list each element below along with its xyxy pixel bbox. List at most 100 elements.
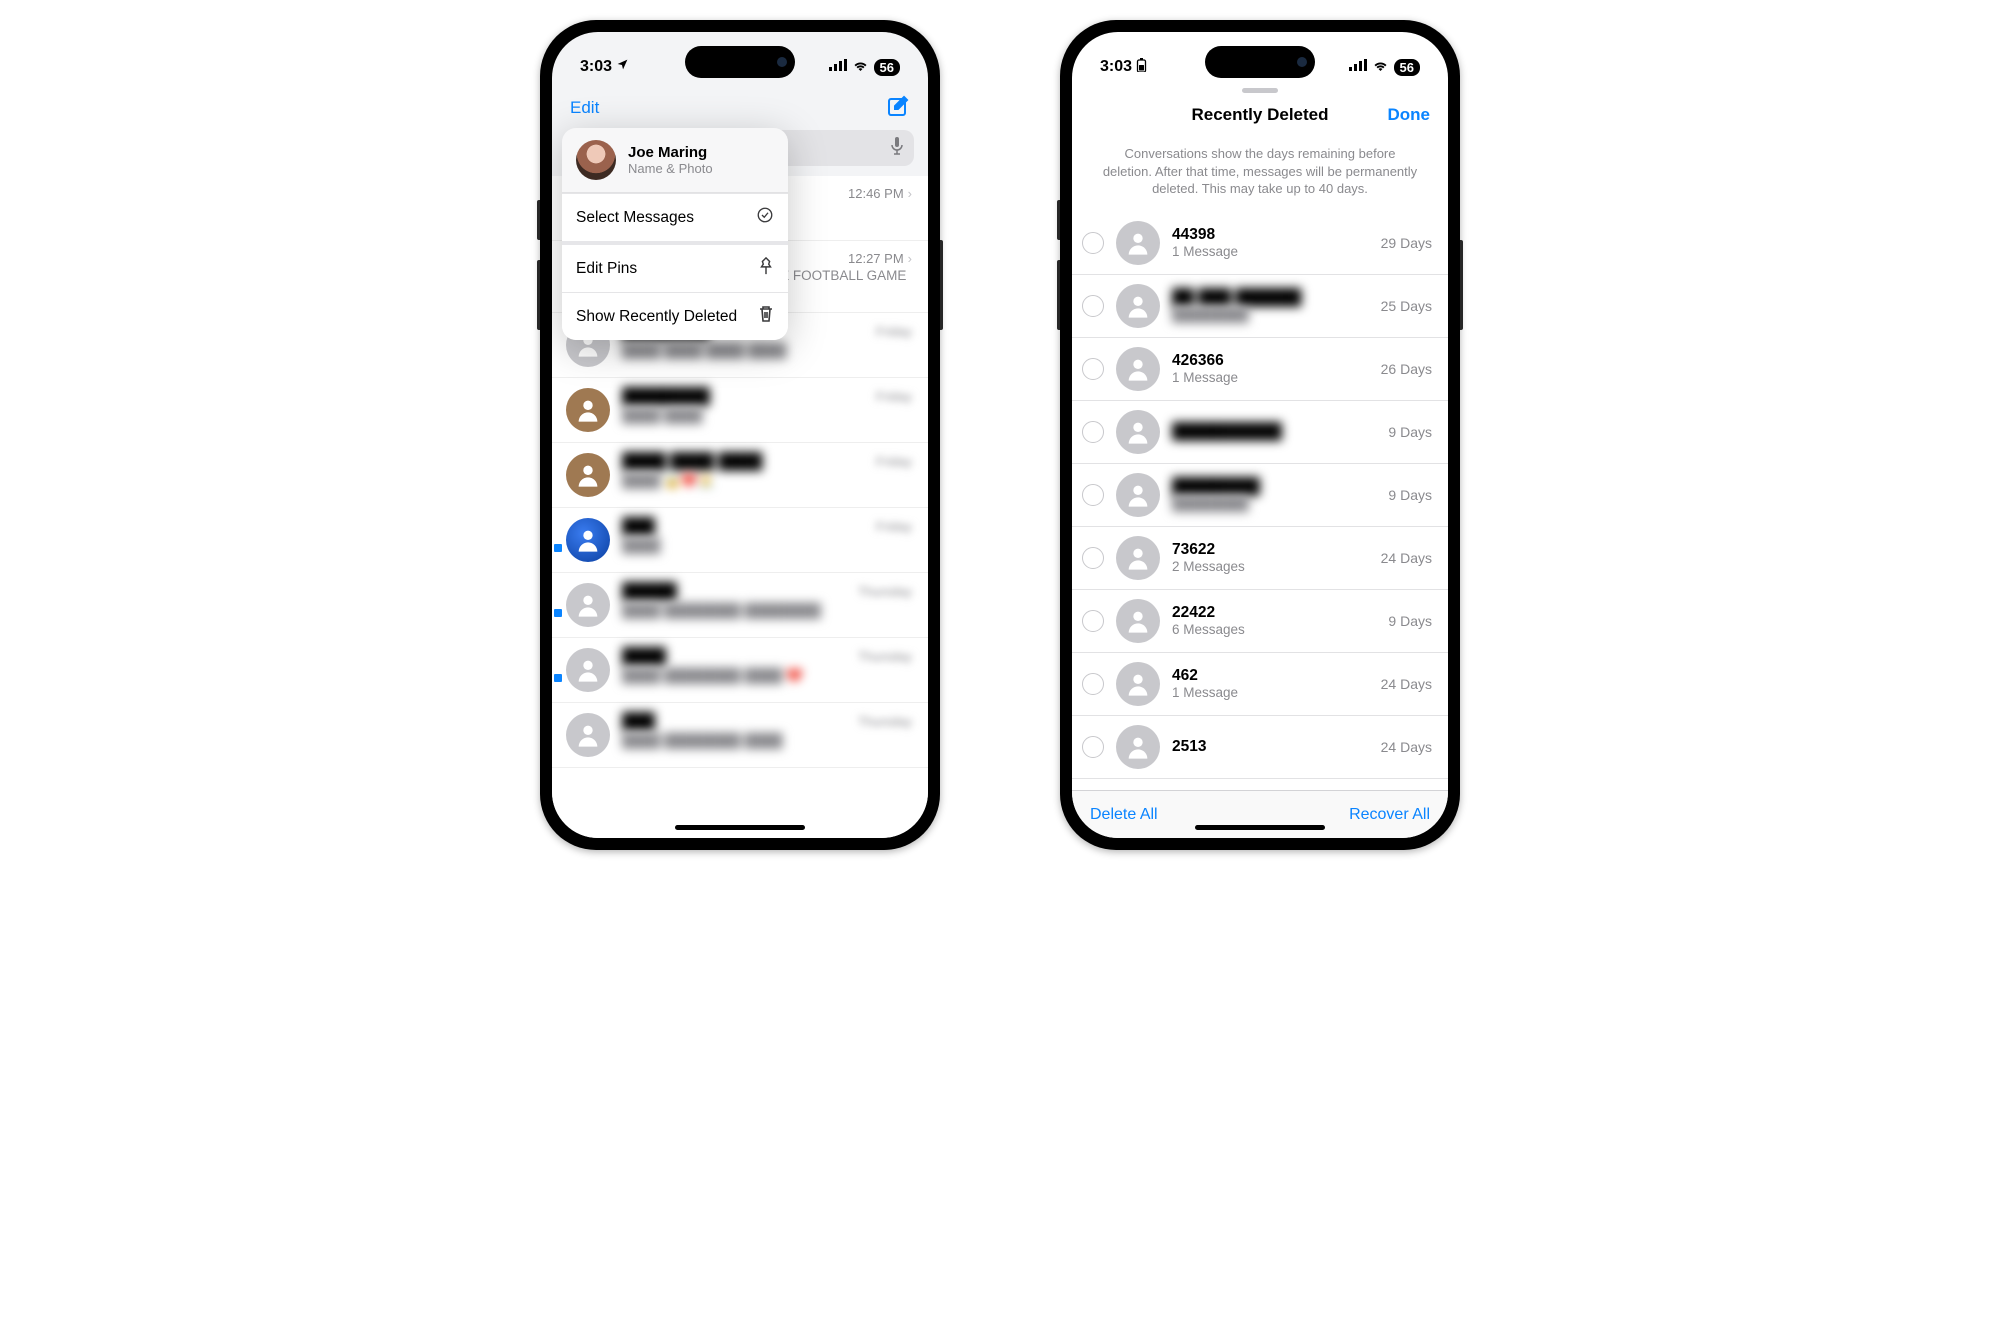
conversation-time: Friday: [876, 389, 912, 404]
recover-all-button[interactable]: Recover All: [1349, 806, 1430, 824]
days-remaining: 24 Days: [1381, 676, 1432, 692]
deleted-row[interactable]: 73622 2 Messages 24 Days: [1072, 527, 1448, 590]
avatar: [566, 713, 610, 757]
wifi-icon: [1372, 58, 1389, 76]
select-circle[interactable]: [1082, 484, 1104, 506]
menu-edit-pins[interactable]: Edit Pins: [562, 241, 788, 292]
deleted-title: 44398: [1172, 226, 1369, 244]
phone-left: 3:03 56 Edit: [540, 20, 940, 850]
deleted-title: ████████: [1172, 478, 1376, 496]
conversation-row[interactable]: ███ Thursday ████ ████████ ████: [552, 703, 928, 768]
select-circle[interactable]: [1082, 358, 1104, 380]
unread-dot: [554, 609, 562, 617]
profile-sub: Name & Photo: [628, 161, 713, 176]
bottom-toolbar: Delete All Recover All: [1072, 790, 1448, 838]
conversation-row[interactable]: █████ Thursday ████ ████████ ████████: [552, 573, 928, 638]
deleted-row[interactable]: 22422 6 Messages 9 Days: [1072, 590, 1448, 653]
conversation-title: █████: [622, 583, 677, 601]
deleted-title: 22422: [1172, 604, 1376, 622]
menu-select-messages[interactable]: Select Messages: [562, 193, 788, 241]
avatar: [1116, 725, 1160, 769]
deleted-row[interactable]: 462 1 Message 24 Days: [1072, 653, 1448, 716]
wifi-icon: [852, 58, 869, 76]
select-circle[interactable]: [1082, 232, 1104, 254]
days-remaining: 24 Days: [1381, 739, 1432, 755]
chevron-right-icon: ›: [908, 186, 912, 201]
avatar: [566, 388, 610, 432]
pin-icon: [758, 257, 774, 280]
conversation-preview: ████ ████████ ████: [622, 733, 912, 750]
profile-row[interactable]: Joe Maring Name & Photo: [562, 128, 788, 193]
menu-recently-deleted[interactable]: Show Recently Deleted: [562, 292, 788, 340]
avatar: [566, 583, 610, 627]
select-circle[interactable]: [1082, 421, 1104, 443]
avatar: [1116, 410, 1160, 454]
menu-label: Edit Pins: [576, 260, 637, 278]
conversation-time: Thursday: [858, 584, 912, 599]
nav-bar: Recently Deleted Done: [1072, 93, 1448, 137]
conversation-title: ████: [622, 648, 666, 666]
checkmark-circle-icon: [756, 206, 774, 229]
avatar: [1116, 284, 1160, 328]
avatar: [576, 140, 616, 180]
deleted-sub: ████████: [1172, 496, 1376, 511]
conversation-preview: ████ ████: [622, 408, 912, 425]
done-button[interactable]: Done: [1388, 105, 1431, 125]
avatar: [1116, 347, 1160, 391]
location-icon: [616, 58, 629, 76]
battery-indicator: 56: [1394, 59, 1420, 76]
conversation-preview: ████ ████████ ████████: [622, 603, 912, 620]
dynamic-island: [1205, 46, 1315, 78]
home-indicator[interactable]: [1195, 825, 1325, 830]
conversation-row[interactable]: ████ Thursday ████ ████████ ████ ❤️: [552, 638, 928, 703]
deleted-sub: ████████: [1172, 307, 1369, 322]
deleted-row[interactable]: 426366 1 Message 26 Days: [1072, 338, 1448, 401]
deleted-row[interactable]: 2513 24 Days: [1072, 716, 1448, 779]
deleted-title: 462: [1172, 667, 1369, 685]
deleted-title: ██████████: [1172, 423, 1376, 441]
status-time: 3:03: [580, 58, 612, 76]
deleted-title: ██ ███ ██████: [1172, 289, 1369, 307]
select-circle[interactable]: [1082, 673, 1104, 695]
signal-icon: [1349, 58, 1367, 76]
mic-icon[interactable]: [890, 137, 904, 160]
avatar: [1116, 536, 1160, 580]
conversation-time: Thursday: [858, 714, 912, 729]
avatar: [566, 453, 610, 497]
select-circle[interactable]: [1082, 295, 1104, 317]
deleted-row[interactable]: ████████ ████████ 9 Days: [1072, 464, 1448, 527]
days-remaining: 24 Days: [1381, 550, 1432, 566]
unread-dot: [554, 674, 562, 682]
deleted-row[interactable]: 44398 1 Message 29 Days: [1072, 212, 1448, 275]
deleted-row[interactable]: ██████████ 9 Days: [1072, 401, 1448, 464]
compose-icon[interactable]: [886, 94, 910, 123]
conversation-title: ████████: [622, 388, 710, 406]
conversation-preview: ████: [622, 538, 912, 555]
conversation-row[interactable]: ████ ████ ████ Friday ████ 🔒❤️🙏: [552, 443, 928, 508]
deleted-list[interactable]: 44398 1 Message 29 Days ██ ███ ██████ ██…: [1072, 212, 1448, 790]
deleted-sub: 1 Message: [1172, 244, 1369, 259]
conversation-row[interactable]: ███ Friday ████: [552, 508, 928, 573]
days-remaining: 29 Days: [1381, 235, 1432, 251]
profile-name: Joe Maring: [628, 144, 713, 161]
unread-dot: [554, 544, 562, 552]
deleted-row[interactable]: ██ ███ ██████ ████████ 25 Days: [1072, 275, 1448, 338]
conversation-title: ███: [622, 713, 655, 731]
edit-menu-popover: Joe Maring Name & Photo Select Messages …: [562, 128, 788, 340]
page-title: Recently Deleted: [1192, 105, 1329, 125]
avatar: [1116, 221, 1160, 265]
select-circle[interactable]: [1082, 736, 1104, 758]
deleted-sub: 2 Messages: [1172, 559, 1369, 574]
conversation-title: ████ ████ ████: [622, 453, 762, 471]
avatar: [1116, 473, 1160, 517]
low-power-icon: [1136, 58, 1147, 77]
select-circle[interactable]: [1082, 547, 1104, 569]
home-indicator[interactable]: [675, 825, 805, 830]
conversation-time: Friday: [876, 324, 912, 339]
delete-all-button[interactable]: Delete All: [1090, 806, 1158, 824]
select-circle[interactable]: [1082, 610, 1104, 632]
days-remaining: 9 Days: [1388, 613, 1432, 629]
edit-button[interactable]: Edit: [570, 98, 599, 118]
conversation-row[interactable]: ████████ Friday ████ ████: [552, 378, 928, 443]
chevron-right-icon: ›: [908, 251, 912, 266]
